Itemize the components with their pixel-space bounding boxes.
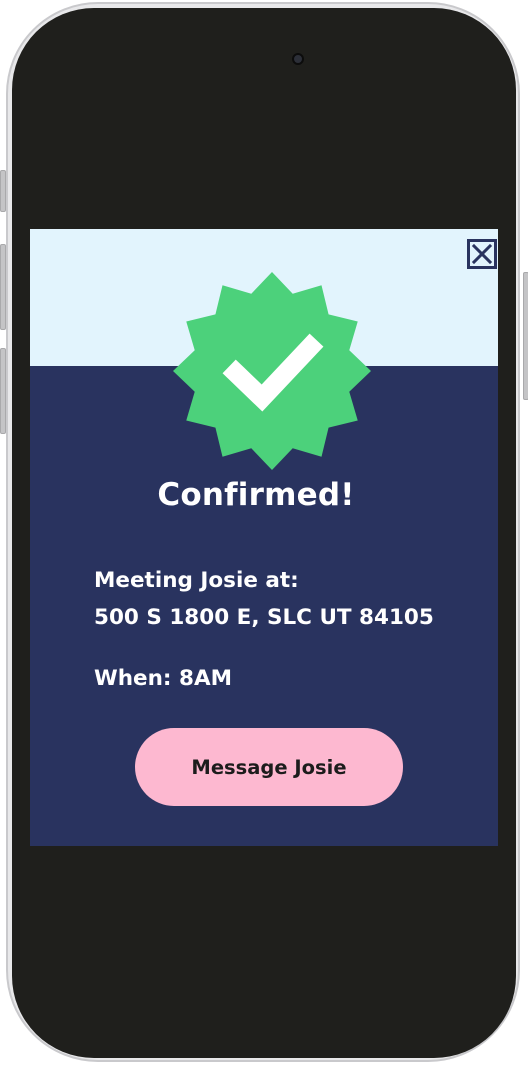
meeting-time: When: 8AM [94,666,232,691]
verified-check-badge-icon [173,272,371,470]
phone-side-button-mute [0,170,6,212]
close-icon [471,243,493,265]
confirmed-title: Confirmed! [157,477,355,513]
meeting-details: Meeting Josie at: 500 S 1800 E, SLC UT 8… [94,562,434,636]
confirmation-modal: Confirmed! Meeting Josie at: 500 S 1800 … [30,229,498,846]
phone-side-button-volume-down [0,348,6,434]
phone-side-button-power [523,272,528,400]
message-josie-button[interactable]: Message Josie [135,728,403,806]
close-button[interactable] [467,239,497,269]
front-camera [292,53,304,65]
address-line: 500 S 1800 E, SLC UT 84105 [94,605,434,630]
meeting-line: Meeting Josie at: [94,568,299,593]
phone-side-button-volume-up [0,244,6,330]
